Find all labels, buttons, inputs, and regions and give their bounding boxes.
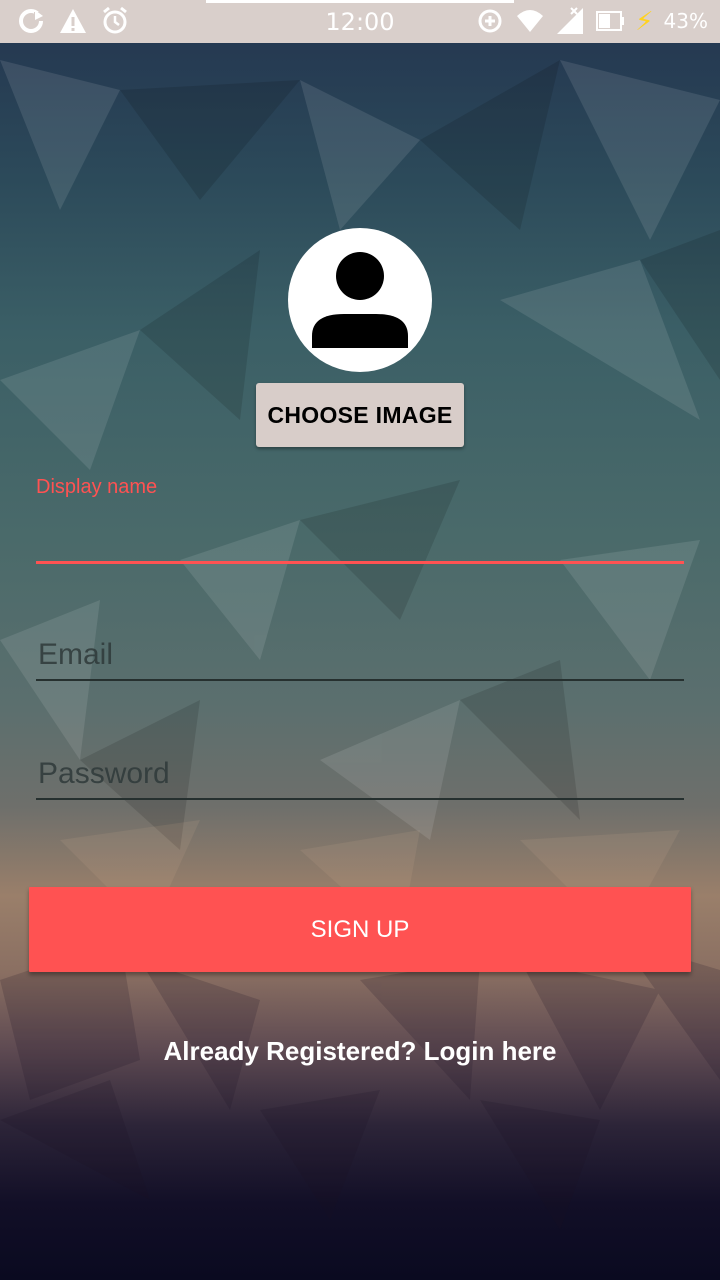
charging-bolt-icon: ⚡ <box>635 6 654 36</box>
email-input[interactable] <box>36 630 688 680</box>
password-underline <box>36 798 684 800</box>
status-bar-indicator <box>206 0 514 3</box>
display-name-underline <box>36 561 684 564</box>
person-avatar-icon <box>312 252 408 348</box>
email-field[interactable] <box>36 630 688 684</box>
password-field[interactable] <box>36 749 688 803</box>
profile-avatar[interactable] <box>288 228 432 372</box>
password-input[interactable] <box>36 749 688 799</box>
sign-up-button[interactable]: SIGN UP <box>29 887 691 972</box>
choose-image-button[interactable]: CHOOSE IMAGE <box>256 383 464 447</box>
battery-percentage: 43% <box>663 9 708 33</box>
signal-icon <box>557 7 584 34</box>
login-link[interactable]: Already Registered? Login here <box>0 1036 720 1067</box>
display-name-field[interactable]: Display name <box>36 476 688 566</box>
data-saver-icon <box>478 9 502 33</box>
display-name-label: Display name <box>36 476 158 498</box>
status-bar: 12:00 ⚡ 43% <box>0 0 720 43</box>
battery-icon <box>596 11 625 31</box>
display-name-input[interactable] <box>36 512 688 560</box>
email-underline <box>36 679 684 681</box>
signup-screen: 12:00 ⚡ 43% CHOOSE IMAGE Display name Em… <box>0 0 720 1280</box>
wifi-icon <box>517 10 544 32</box>
